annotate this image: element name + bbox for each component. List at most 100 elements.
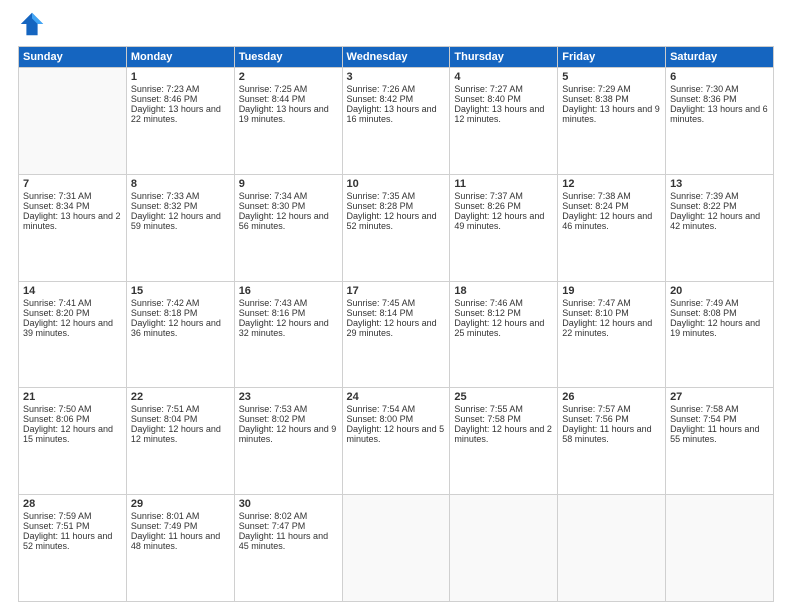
logo xyxy=(18,10,50,38)
sunset-text: Sunset: 8:20 PM xyxy=(23,308,122,318)
calendar-cell: 28Sunrise: 7:59 AMSunset: 7:51 PMDayligh… xyxy=(19,495,127,602)
calendar-week-row: 21Sunrise: 7:50 AMSunset: 8:06 PMDayligh… xyxy=(19,388,774,495)
calendar-cell: 10Sunrise: 7:35 AMSunset: 8:28 PMDayligh… xyxy=(342,174,450,281)
calendar-cell xyxy=(666,495,774,602)
daylight-text: Daylight: 12 hours and 29 minutes. xyxy=(347,318,446,338)
day-number: 1 xyxy=(131,71,230,83)
daylight-text: Daylight: 13 hours and 9 minutes. xyxy=(562,104,661,124)
day-number: 4 xyxy=(454,71,553,83)
calendar-header-row: SundayMondayTuesdayWednesdayThursdayFrid… xyxy=(19,47,774,68)
sunset-text: Sunset: 8:30 PM xyxy=(239,201,338,211)
day-number: 9 xyxy=(239,178,338,190)
daylight-text: Daylight: 13 hours and 22 minutes. xyxy=(131,104,230,124)
calendar-cell: 15Sunrise: 7:42 AMSunset: 8:18 PMDayligh… xyxy=(126,281,234,388)
sunrise-text: Sunrise: 7:27 AM xyxy=(454,84,553,94)
sunset-text: Sunset: 8:12 PM xyxy=(454,308,553,318)
sunrise-text: Sunrise: 7:46 AM xyxy=(454,298,553,308)
day-number: 28 xyxy=(23,498,122,510)
daylight-text: Daylight: 11 hours and 45 minutes. xyxy=(239,531,338,551)
day-number: 15 xyxy=(131,285,230,297)
sunset-text: Sunset: 8:44 PM xyxy=(239,94,338,104)
calendar-cell: 30Sunrise: 8:02 AMSunset: 7:47 PMDayligh… xyxy=(234,495,342,602)
sunrise-text: Sunrise: 7:42 AM xyxy=(131,298,230,308)
daylight-text: Daylight: 12 hours and 22 minutes. xyxy=(562,318,661,338)
sunset-text: Sunset: 8:32 PM xyxy=(131,201,230,211)
calendar-cell: 6Sunrise: 7:30 AMSunset: 8:36 PMDaylight… xyxy=(666,68,774,175)
day-number: 10 xyxy=(347,178,446,190)
day-number: 16 xyxy=(239,285,338,297)
calendar-week-row: 7Sunrise: 7:31 AMSunset: 8:34 PM Daylight… xyxy=(19,174,774,281)
sunset-text: Sunset: 8:18 PM xyxy=(131,308,230,318)
day-number: 7 xyxy=(23,178,122,190)
calendar-cell: 8Sunrise: 7:33 AMSunset: 8:32 PMDaylight… xyxy=(126,174,234,281)
header xyxy=(18,10,774,38)
sunset-text: Sunset: 8:08 PM xyxy=(670,308,769,318)
page: SundayMondayTuesdayWednesdayThursdayFrid… xyxy=(0,0,792,612)
calendar-cell: 14Sunrise: 7:41 AMSunset: 8:20 PMDayligh… xyxy=(19,281,127,388)
calendar-cell: 9Sunrise: 7:34 AMSunset: 8:30 PMDaylight… xyxy=(234,174,342,281)
calendar-week-row: 14Sunrise: 7:41 AMSunset: 8:20 PMDayligh… xyxy=(19,281,774,388)
sunset-text: Sunset: 7:54 PM xyxy=(670,414,769,424)
sunrise-text: Sunrise: 8:02 AM xyxy=(239,511,338,521)
day-number: 11 xyxy=(454,178,553,190)
calendar-cell: 13Sunrise: 7:39 AMSunset: 8:22 PMDayligh… xyxy=(666,174,774,281)
sunset-text: Sunset: 8:46 PM xyxy=(131,94,230,104)
daylight-text: Daylight: 12 hours and 12 minutes. xyxy=(131,424,230,444)
sunrise-text: Sunrise: 7:33 AM xyxy=(131,191,230,201)
sunset-text: Sunset: 8:34 PM xyxy=(23,201,122,211)
day-number: 3 xyxy=(347,71,446,83)
sunset-text: Sunset: 7:47 PM xyxy=(239,521,338,531)
calendar-cell xyxy=(19,68,127,175)
day-number: 12 xyxy=(562,178,661,190)
sunrise-text: Sunrise: 7:47 AM xyxy=(562,298,661,308)
calendar-cell xyxy=(342,495,450,602)
sunset-text: Sunset: 8:42 PM xyxy=(347,94,446,104)
logo-icon xyxy=(18,10,46,38)
sunset-text: Sunset: 8:24 PM xyxy=(562,201,661,211)
calendar-cell: 20Sunrise: 7:49 AMSunset: 8:08 PMDayligh… xyxy=(666,281,774,388)
sunrise-text: Sunrise: 7:39 AM xyxy=(670,191,769,201)
calendar-cell: 4Sunrise: 7:27 AMSunset: 8:40 PMDaylight… xyxy=(450,68,558,175)
day-number: 26 xyxy=(562,391,661,403)
calendar-week-row: 28Sunrise: 7:59 AMSunset: 7:51 PMDayligh… xyxy=(19,495,774,602)
sunset-text: Sunset: 8:40 PM xyxy=(454,94,553,104)
calendar-cell xyxy=(558,495,666,602)
calendar-table: SundayMondayTuesdayWednesdayThursdayFrid… xyxy=(18,46,774,602)
sunrise-text: Sunrise: 7:51 AM xyxy=(131,404,230,414)
day-number: 6 xyxy=(670,71,769,83)
sunset-text: Sunset: 8:06 PM xyxy=(23,414,122,424)
sunset-text: Sunset: 7:58 PM xyxy=(454,414,553,424)
sunrise-text: Sunrise: 7:38 AM xyxy=(562,191,661,201)
daylight-text: Daylight: 12 hours and 15 minutes. xyxy=(23,424,122,444)
sunrise-text: Sunrise: 7:31 AM xyxy=(23,191,122,201)
day-of-week-header: Tuesday xyxy=(234,47,342,68)
sunrise-text: Sunrise: 7:35 AM xyxy=(347,191,446,201)
daylight-text: Daylight: 12 hours and 56 minutes. xyxy=(239,211,338,231)
calendar-cell: 23Sunrise: 7:53 AMSunset: 8:02 PMDayligh… xyxy=(234,388,342,495)
sunset-text: Sunset: 8:00 PM xyxy=(347,414,446,424)
daylight-text: Daylight: 11 hours and 55 minutes. xyxy=(670,424,769,444)
daylight-text: Daylight: 13 hours and 16 minutes. xyxy=(347,104,446,124)
daylight-text: Daylight: 13 hours and 19 minutes. xyxy=(239,104,338,124)
sunrise-text: Sunrise: 8:01 AM xyxy=(131,511,230,521)
daylight-text: Daylight: 12 hours and 19 minutes. xyxy=(670,318,769,338)
sunrise-text: Sunrise: 7:45 AM xyxy=(347,298,446,308)
sunrise-text: Sunrise: 7:53 AM xyxy=(239,404,338,414)
sunset-text: Sunset: 8:38 PM xyxy=(562,94,661,104)
sunrise-text: Sunrise: 7:26 AM xyxy=(347,84,446,94)
sunrise-text: Sunrise: 7:41 AM xyxy=(23,298,122,308)
calendar-cell: 7Sunrise: 7:31 AMSunset: 8:34 PMDaylight… xyxy=(19,174,127,281)
day-number: 17 xyxy=(347,285,446,297)
sunset-text: Sunset: 7:56 PM xyxy=(562,414,661,424)
sunrise-text: Sunrise: 7:37 AM xyxy=(454,191,553,201)
day-number: 19 xyxy=(562,285,661,297)
daylight-text: Daylight: 11 hours and 52 minutes. xyxy=(23,531,122,551)
calendar-cell: 29Sunrise: 8:01 AMSunset: 7:49 PMDayligh… xyxy=(126,495,234,602)
sunrise-text: Sunrise: 7:34 AM xyxy=(239,191,338,201)
day-number: 27 xyxy=(670,391,769,403)
sunset-text: Sunset: 7:51 PM xyxy=(23,521,122,531)
day-number: 30 xyxy=(239,498,338,510)
day-number: 8 xyxy=(131,178,230,190)
daylight-text: Daylight: 12 hours and 32 minutes. xyxy=(239,318,338,338)
sunrise-text: Sunrise: 7:49 AM xyxy=(670,298,769,308)
